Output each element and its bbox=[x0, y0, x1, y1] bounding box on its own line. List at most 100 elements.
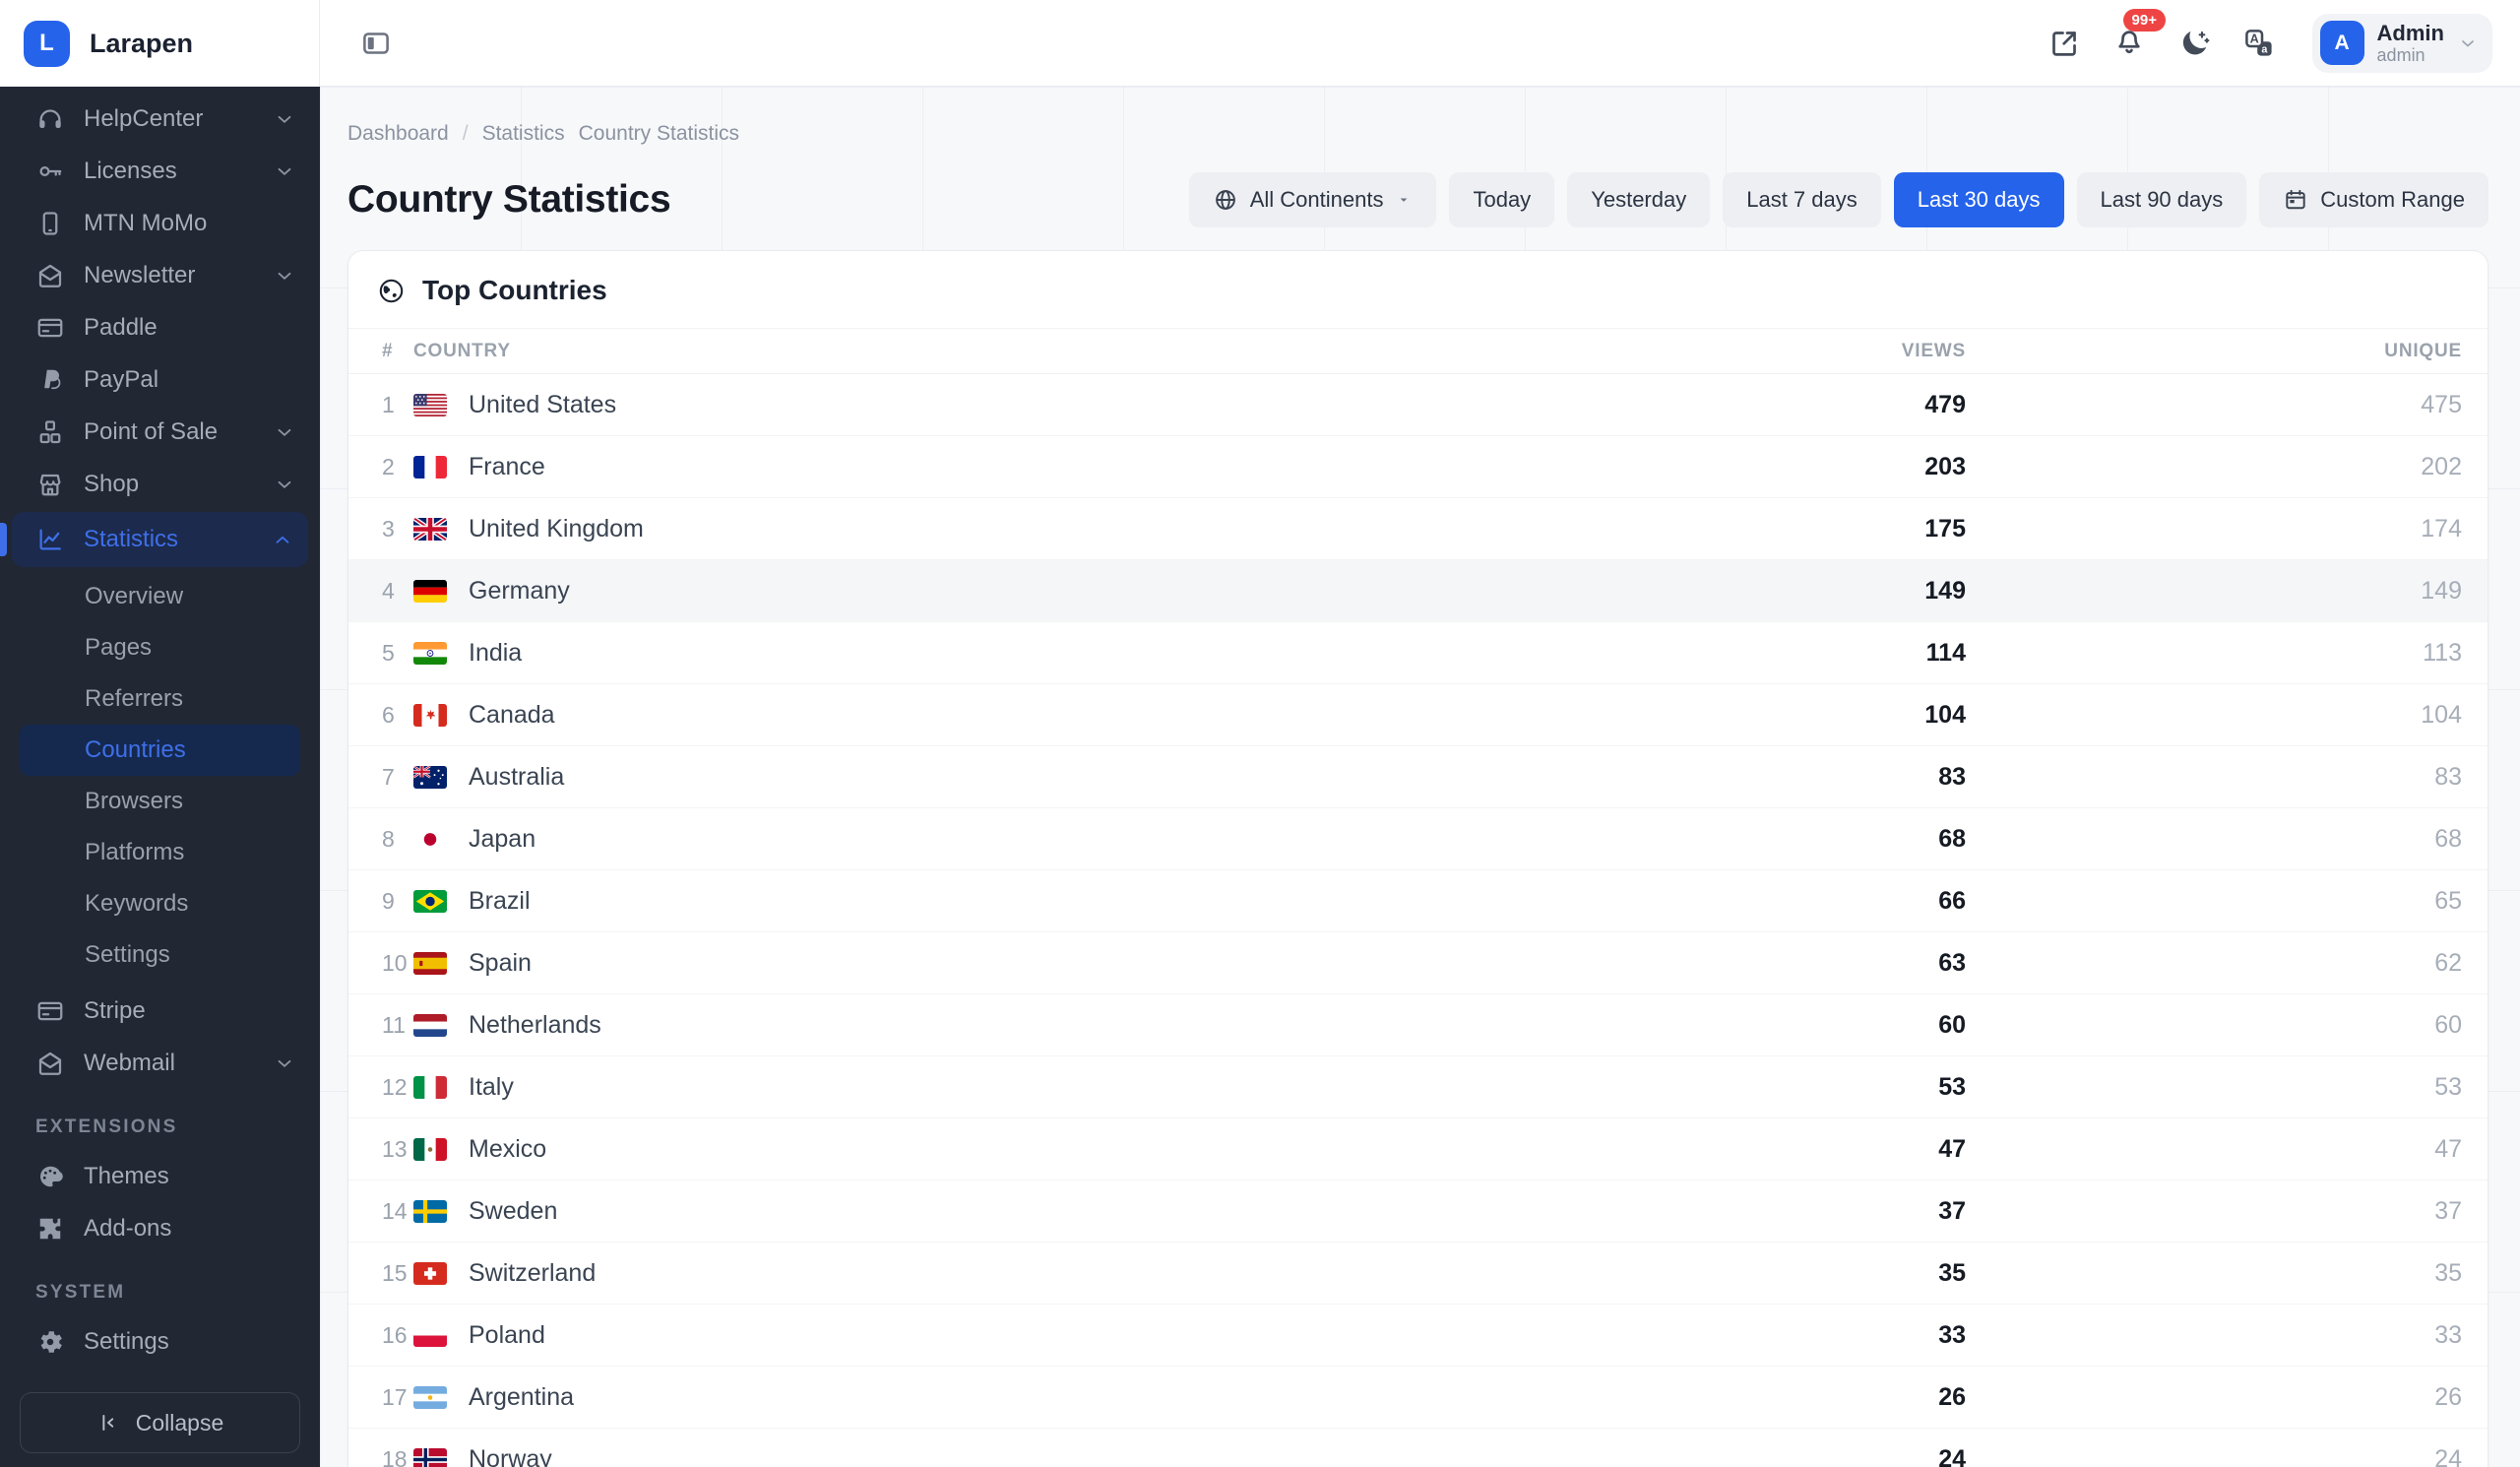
user-meta: Admin admin bbox=[2377, 21, 2444, 66]
sidebar-item-paypal[interactable]: PayPal bbox=[0, 353, 320, 406]
sidebar-item-stripe[interactable]: Stripe bbox=[0, 985, 320, 1037]
breadcrumb-statistics[interactable]: Statistics bbox=[482, 122, 565, 146]
table-row-brazil[interactable]: 9 Brazil 66 65 bbox=[348, 870, 2488, 932]
unique-value: 104 bbox=[2421, 700, 2462, 729]
user-name: Admin bbox=[2376, 20, 2444, 45]
unique-value: 53 bbox=[2434, 1072, 2462, 1101]
brand-logo[interactable]: L Larapen bbox=[0, 0, 320, 87]
breadcrumb: Dashboard / Statistics Country Statistic… bbox=[347, 87, 2488, 146]
jp-flag-icon bbox=[413, 827, 447, 851]
ar-flag-icon bbox=[413, 1385, 447, 1409]
sidebar-subitem-label: Browsers bbox=[85, 788, 184, 814]
page-title: Country Statistics bbox=[347, 178, 671, 221]
views-value: 60 bbox=[1938, 1010, 1966, 1039]
table-row-italy[interactable]: 12 Italy 53 53 bbox=[348, 1056, 2488, 1118]
table-row-india[interactable]: 5 India 114 113 bbox=[348, 622, 2488, 684]
table-row-norway[interactable]: 18 Norway 24 24 bbox=[348, 1429, 2488, 1467]
external-link-icon[interactable] bbox=[2047, 26, 2082, 61]
country-name: Spain bbox=[469, 948, 532, 977]
country-cell: Australia bbox=[413, 763, 1759, 792]
filter-last-30-days[interactable]: Last 30 days bbox=[1893, 172, 2064, 227]
table-row-sweden[interactable]: 14 Sweden 37 37 bbox=[348, 1180, 2488, 1243]
table-row-australia[interactable]: 7 Australia 83 83 bbox=[348, 746, 2488, 808]
sidebar-item-webmail[interactable]: Webmail bbox=[0, 1037, 320, 1089]
continent-filter-dropdown[interactable]: All Continents bbox=[1188, 172, 1437, 227]
filter-today[interactable]: Today bbox=[1449, 172, 1555, 227]
sidebar-item-licenses[interactable]: Licenses bbox=[0, 145, 320, 197]
country-cell: Canada bbox=[413, 701, 1759, 730]
sidebar-item-newsletter[interactable]: Newsletter bbox=[0, 249, 320, 301]
country-name: Norway bbox=[469, 1444, 552, 1467]
table-row-mexico[interactable]: 13 Mexico 47 47 bbox=[348, 1118, 2488, 1180]
table-row-united-states[interactable]: 1 United States 479 475 bbox=[348, 374, 2488, 436]
table-row-spain[interactable]: 10 Spain 63 62 bbox=[348, 932, 2488, 994]
table-row-japan[interactable]: 8 Japan 68 68 bbox=[348, 808, 2488, 870]
filter-last-90-days[interactable]: Last 90 days bbox=[2076, 172, 2247, 227]
sidebar-toggle-button[interactable] bbox=[359, 27, 393, 60]
custom-range-button[interactable]: Custom Range bbox=[2259, 172, 2488, 227]
sidebar-subitem-platforms[interactable]: Platforms bbox=[0, 827, 320, 878]
sidebar-item-label: HelpCenter bbox=[84, 104, 204, 132]
svg-text:A: A bbox=[2249, 32, 2258, 45]
cubes-icon bbox=[35, 417, 65, 447]
card-title: Top Countries bbox=[422, 275, 607, 305]
sidebar-subitem-label: Referrers bbox=[85, 685, 184, 712]
table-row-canada[interactable]: 6 Canada 104 104 bbox=[348, 684, 2488, 746]
rank-value: 3 bbox=[382, 515, 395, 542]
rank-value: 16 bbox=[382, 1321, 408, 1348]
views-value: 149 bbox=[1924, 576, 1966, 605]
country-cell: Italy bbox=[413, 1073, 1759, 1102]
table-row-germany[interactable]: 4 Germany 149 149 bbox=[348, 560, 2488, 622]
translate-icon[interactable]: aA bbox=[2241, 26, 2277, 61]
unique-value: 24 bbox=[2434, 1444, 2462, 1467]
filter-last-7-days[interactable]: Last 7 days bbox=[1723, 172, 1881, 227]
column-unique: UNIQUE bbox=[2384, 340, 2462, 361]
unique-value: 37 bbox=[2434, 1196, 2462, 1225]
table-row-france[interactable]: 2 France 203 202 bbox=[348, 436, 2488, 498]
country-cell: Spain bbox=[413, 949, 1759, 978]
user-menu[interactable]: A Admin admin bbox=[2311, 13, 2492, 73]
rank-value: 4 bbox=[382, 577, 395, 604]
sidebar-item-themes[interactable]: Themes bbox=[0, 1150, 320, 1202]
table-row-united-kingdom[interactable]: 3 United Kingdom 175 174 bbox=[348, 498, 2488, 560]
chevron-down-icon bbox=[273, 107, 296, 131]
headset-icon bbox=[35, 104, 65, 134]
sidebar-item-languages[interactable]: aALanguages bbox=[0, 1368, 320, 1376]
sidebar-item-label: Themes bbox=[84, 1162, 169, 1189]
table-row-argentina[interactable]: 17 Argentina 26 26 bbox=[348, 1367, 2488, 1429]
sidebar-subitem-countries[interactable]: Countries bbox=[20, 725, 300, 776]
sidebar-item-label: Stripe bbox=[84, 996, 146, 1024]
sidebar-item-label: MTN MoMo bbox=[84, 209, 208, 236]
sidebar-item-statistics[interactable]: Statistics bbox=[0, 512, 308, 567]
dark-mode-moon-icon[interactable] bbox=[2176, 26, 2212, 61]
table-row-poland[interactable]: 16 Poland 33 33 bbox=[348, 1305, 2488, 1367]
country-name: Netherlands bbox=[469, 1010, 601, 1039]
page-header: Country Statistics All Continents Today Y… bbox=[347, 171, 2488, 228]
sidebar-item-paddle[interactable]: Paddle bbox=[0, 301, 320, 353]
country-name: Mexico bbox=[469, 1134, 547, 1163]
sidebar-subitem-browsers[interactable]: Browsers bbox=[0, 776, 320, 827]
sidebar-subitem-settings[interactable]: Settings bbox=[0, 929, 320, 981]
es-flag-icon bbox=[413, 951, 447, 975]
sidebar-item-mtn-momo[interactable]: MTN MoMo bbox=[0, 197, 320, 249]
country-name: Australia bbox=[469, 762, 565, 791]
chevron-down-icon bbox=[273, 1052, 296, 1075]
sidebar-item-point-of-sale[interactable]: Point of Sale bbox=[0, 406, 320, 458]
sidebar-item-settings[interactable]: Settings bbox=[0, 1315, 320, 1368]
sidebar-item-add-ons[interactable]: Add-ons bbox=[0, 1202, 320, 1254]
sidebar-subitem-pages[interactable]: Pages bbox=[0, 622, 320, 673]
collapse-sidebar-button[interactable]: Collapse bbox=[20, 1392, 300, 1453]
views-value: 203 bbox=[1924, 452, 1966, 480]
date-range-group: Today Yesterday Last 7 days Last 30 days Las… bbox=[1449, 172, 2247, 227]
rank-value: 13 bbox=[382, 1135, 408, 1162]
breadcrumb-dashboard[interactable]: Dashboard bbox=[347, 122, 449, 146]
sidebar-subitem-overview[interactable]: Overview bbox=[0, 571, 320, 622]
sidebar-subitem-referrers[interactable]: Referrers bbox=[0, 673, 320, 725]
filter-yesterday[interactable]: Yesterday bbox=[1567, 172, 1711, 227]
sidebar-item-shop[interactable]: Shop bbox=[0, 458, 320, 510]
au-flag-icon bbox=[413, 765, 447, 789]
sidebar-item-helpcenter[interactable]: HelpCenter bbox=[0, 93, 320, 145]
sidebar-subitem-keywords[interactable]: Keywords bbox=[0, 878, 320, 929]
table-row-netherlands[interactable]: 11 Netherlands 60 60 bbox=[348, 994, 2488, 1056]
table-row-switzerland[interactable]: 15 Switzerland 35 35 bbox=[348, 1243, 2488, 1305]
